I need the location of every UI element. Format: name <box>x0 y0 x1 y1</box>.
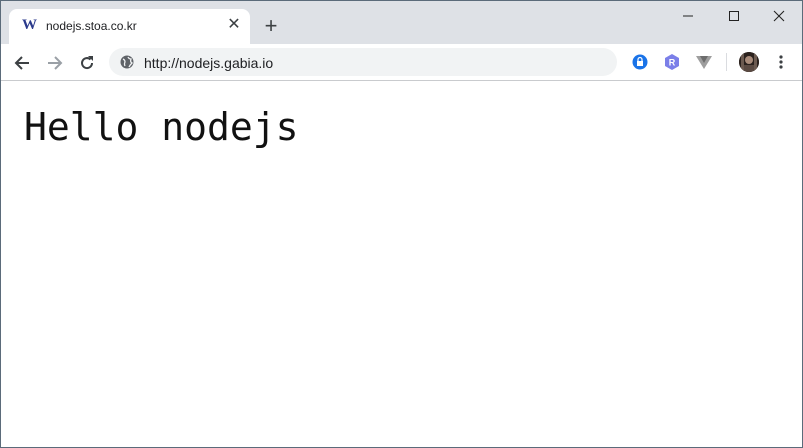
tab-strip: W nodejs.stoa.co.kr ✕ + <box>1 1 802 44</box>
address-bar[interactable]: http://nodejs.gabia.io <box>109 48 617 76</box>
globe-icon[interactable] <box>120 55 134 69</box>
svg-text:R: R <box>669 58 676 68</box>
page-content: Hello nodejs <box>1 81 802 447</box>
kebab-menu-icon[interactable] <box>772 53 790 71</box>
toolbar-divider <box>726 53 727 71</box>
new-tab-button[interactable]: + <box>259 15 283 39</box>
avatar-image <box>739 52 759 72</box>
browser-toolbar: http://nodejs.gabia.io R <box>1 44 802 81</box>
maximize-icon <box>729 11 739 21</box>
minimize-button[interactable] <box>665 1 711 31</box>
window-close-icon <box>773 10 785 22</box>
url-text[interactable]: http://nodejs.gabia.io <box>144 55 273 71</box>
maximize-button[interactable] <box>711 1 757 31</box>
tab-active[interactable]: W nodejs.stoa.co.kr ✕ <box>9 9 250 44</box>
browser-window: W nodejs.stoa.co.kr ✕ + http://nodejs.ga… <box>0 0 803 448</box>
minimize-icon <box>683 15 693 17</box>
r-extension-icon[interactable]: R <box>663 53 681 71</box>
arrow-right-icon <box>48 56 63 70</box>
arrow-left-icon <box>14 56 29 70</box>
forward-button[interactable] <box>43 51 67 75</box>
site-favicon-icon: W <box>22 17 37 33</box>
vue-devtools-icon[interactable] <box>695 53 713 71</box>
back-button[interactable] <box>10 51 34 75</box>
window-close-button[interactable] <box>756 1 802 31</box>
page-heading: Hello nodejs <box>24 105 299 149</box>
profile-avatar[interactable] <box>739 52 759 72</box>
lock-extension-icon[interactable] <box>631 53 649 71</box>
tab-close-icon[interactable]: ✕ <box>226 17 242 33</box>
tab-title: nodejs.stoa.co.kr <box>46 19 137 33</box>
reload-icon <box>81 56 94 70</box>
reload-button[interactable] <box>75 51 99 75</box>
